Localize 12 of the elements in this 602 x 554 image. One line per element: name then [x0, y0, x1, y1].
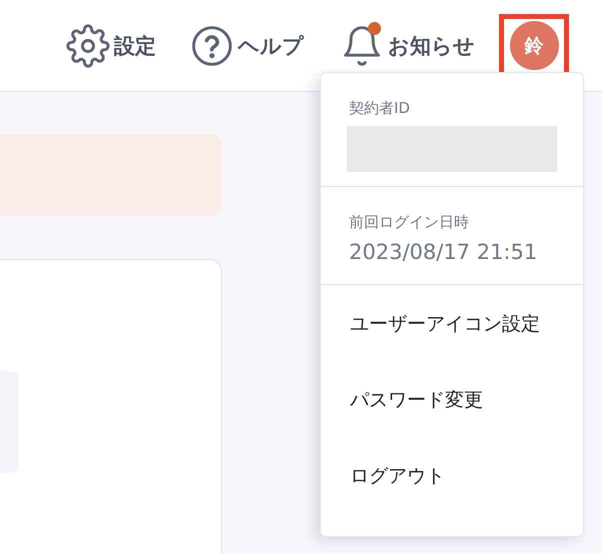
notifications-link[interactable]: お知らせ: [340, 24, 475, 68]
info-label: 前回ログイン日時: [349, 213, 470, 232]
info-label: 契約者ID: [349, 99, 411, 118]
settings-icon: [66, 24, 110, 68]
help-icon: [190, 24, 234, 68]
login-datetime: 2023/08/17 21:51: [349, 240, 538, 264]
user-avatar: 鈴: [510, 21, 558, 70]
help-link[interactable]: ヘルプ: [190, 24, 304, 68]
menu-item[interactable]: ログアウト: [321, 438, 583, 514]
menu-item[interactable]: パスワード変更: [321, 362, 583, 438]
settings-link[interactable]: 設定: [66, 24, 156, 68]
menu-item[interactable]: ユーザーアイコン設定: [321, 286, 583, 362]
